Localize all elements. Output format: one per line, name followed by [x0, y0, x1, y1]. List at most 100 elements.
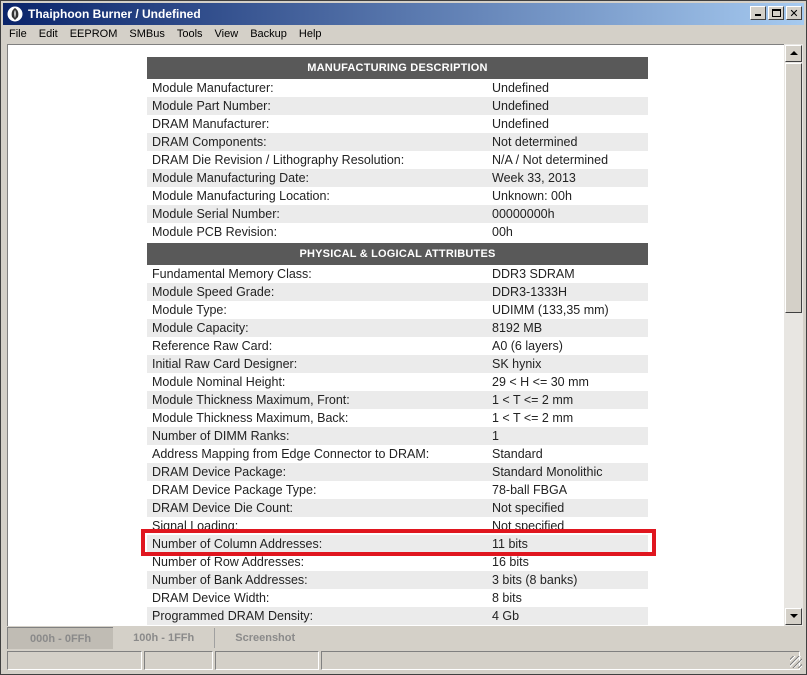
table-row: DRAM Device Width: 8 bits	[147, 589, 648, 607]
row-label: DRAM Device Package:	[152, 465, 287, 479]
row-value: DDR3-1333H	[492, 285, 568, 299]
minimize-button[interactable]	[750, 6, 766, 20]
section-header: MANUFACTURING DESCRIPTION	[147, 57, 648, 79]
row-value: Not specified	[492, 501, 565, 515]
table-row: Module Manufacturing Location: Unknown: 0…	[147, 187, 648, 205]
table-row: Module Part Number: Undefined	[147, 97, 648, 115]
row-label: Module Manufacturing Date:	[152, 171, 310, 185]
app-window: Thaiphoon Burner / Undefined ✕ File Edit…	[0, 0, 807, 675]
arrow-up-icon	[790, 51, 798, 55]
section-header: PHYSICAL & LOGICAL ATTRIBUTES	[147, 243, 648, 265]
menu-view[interactable]: View	[209, 25, 245, 44]
table-row: DRAM Device Package: Standard Monolithic	[147, 463, 648, 481]
table-row: DRAM Device Die Count: Not specified	[147, 499, 648, 517]
table-row: Programmed DRAM Density: 4 Gb	[147, 607, 648, 625]
row-label: Module Nominal Height:	[152, 375, 286, 389]
status-bar	[7, 651, 804, 670]
row-value: Undefined	[492, 81, 549, 95]
row-value: 1	[492, 429, 499, 443]
table-row: DRAM Components: Not determined	[147, 133, 648, 151]
tab-screenshot[interactable]: Screenshot	[215, 627, 315, 649]
table-row: Module Type: UDIMM (133,35 mm)	[147, 301, 648, 319]
row-value: 29 < H <= 30 mm	[492, 375, 589, 389]
row-value: Not determined	[492, 135, 578, 149]
row-label: Programmed DRAM Density:	[152, 609, 314, 623]
row-label: Number of DIMM Ranks:	[152, 429, 290, 443]
menu-bar: File Edit EEPROM SMBus Tools View Backup…	[3, 25, 804, 44]
row-value: N/A / Not determined	[492, 153, 609, 167]
row-value: 1 < T <= 2 mm	[492, 411, 574, 425]
status-panel-1	[7, 651, 142, 670]
row-value: SK hynix	[492, 357, 542, 371]
row-value: A0 (6 layers)	[492, 339, 563, 353]
highlight-annotation	[141, 529, 656, 556]
row-label: Module Thickness Maximum, Back:	[152, 411, 349, 425]
row-value: Undefined	[492, 99, 549, 113]
row-value: UDIMM (133,35 mm)	[492, 303, 609, 317]
row-value: 78-ball FBGA	[492, 483, 568, 497]
row-value: 00h	[492, 225, 513, 239]
row-value: Undefined	[492, 117, 549, 131]
row-label: Module Manufacturing Location:	[152, 189, 330, 203]
vertical-scrollbar[interactable]	[784, 44, 803, 626]
table-row: Module Manufacturer: Undefined	[147, 79, 648, 97]
menu-file[interactable]: File	[3, 25, 33, 44]
table-row: Reference Raw Card: A0 (6 layers)	[147, 337, 648, 355]
menu-tools[interactable]: Tools	[171, 25, 209, 44]
window-title: Thaiphoon Burner / Undefined	[28, 7, 201, 21]
menu-eeprom[interactable]: EEPROM	[64, 25, 124, 44]
resize-grip-icon[interactable]	[790, 656, 802, 668]
window-controls: ✕	[748, 6, 802, 20]
table-row: Module PCB Revision: 00h	[147, 223, 648, 241]
table-row: Module Capacity: 8192 MB	[147, 319, 648, 337]
scroll-up-button[interactable]	[785, 45, 802, 62]
table-row: DRAM Manufacturer: Undefined	[147, 115, 648, 133]
close-button[interactable]: ✕	[786, 6, 802, 20]
row-label: DRAM Device Width:	[152, 591, 270, 605]
scroll-down-button[interactable]	[785, 608, 802, 625]
row-value: Unknown: 00h	[492, 189, 572, 203]
table-row: Module Nominal Height: 29 < H <= 30 mm	[147, 373, 648, 391]
row-label: Number of Bank Addresses:	[152, 573, 308, 587]
table-row: Module Manufacturing Date: Week 33, 2013	[147, 169, 648, 187]
status-panel-4	[321, 651, 800, 670]
table-row: Initial Raw Card Designer: SK hynix	[147, 355, 648, 373]
table-row: DRAM Die Revision / Lithography Resoluti…	[147, 151, 648, 169]
maximize-button[interactable]	[768, 6, 784, 20]
tab-100h-1ffh[interactable]: 100h - 1FFh	[113, 627, 214, 649]
row-label: Module Part Number:	[152, 99, 271, 113]
report-view[interactable]: MANUFACTURING DESCRIPTION Module Manufact…	[7, 44, 784, 626]
row-value: Standard Monolithic	[492, 465, 603, 479]
menu-edit[interactable]: Edit	[33, 25, 64, 44]
title-bar[interactable]: Thaiphoon Burner / Undefined ✕	[3, 3, 804, 25]
table-row: DRAM Device Package Type: 78-ball FBGA	[147, 481, 648, 499]
table-row: Module Serial Number: 00000000h	[147, 205, 648, 223]
minimize-icon	[755, 14, 761, 16]
row-value: DDR3 SDRAM	[492, 267, 575, 281]
table-row: Number of Bank Addresses: 3 bits (8 banks…	[147, 571, 648, 589]
row-label: Module Thickness Maximum, Front:	[152, 393, 350, 407]
row-label: Module Manufacturer:	[152, 81, 274, 95]
scrollbar-thumb[interactable]	[785, 63, 802, 313]
row-value: Week 33, 2013	[492, 171, 576, 185]
arrow-down-icon	[790, 614, 798, 618]
row-value: 3 bits (8 banks)	[492, 573, 578, 587]
status-panel-2	[144, 651, 213, 670]
row-label: DRAM Device Package Type:	[152, 483, 317, 497]
row-value: 1 < T <= 2 mm	[492, 393, 574, 407]
tab-000h-0ffh[interactable]: 000h - 0FFh	[7, 627, 114, 649]
row-label: Module Type:	[152, 303, 227, 317]
menu-backup[interactable]: Backup	[244, 25, 293, 44]
table-row: Fundamental Memory Class: DDR3 SDRAM	[147, 265, 648, 283]
menu-smbus[interactable]: SMBus	[123, 25, 170, 44]
row-label: DRAM Components:	[152, 135, 267, 149]
row-label: Reference Raw Card:	[152, 339, 273, 353]
row-label: Fundamental Memory Class:	[152, 267, 312, 281]
row-label: DRAM Device Die Count:	[152, 501, 294, 515]
row-value: 4 Gb	[492, 609, 520, 623]
view-tabs: 000h - 0FFh 100h - 1FFh Screenshot	[7, 627, 804, 649]
table-row: Address Mapping from Edge Connector to D…	[147, 445, 648, 463]
row-label: DRAM Die Revision / Lithography Resoluti…	[152, 153, 405, 167]
menu-help[interactable]: Help	[293, 25, 328, 44]
table-row: Module Thickness Maximum, Front: 1 < T <=…	[147, 391, 648, 409]
